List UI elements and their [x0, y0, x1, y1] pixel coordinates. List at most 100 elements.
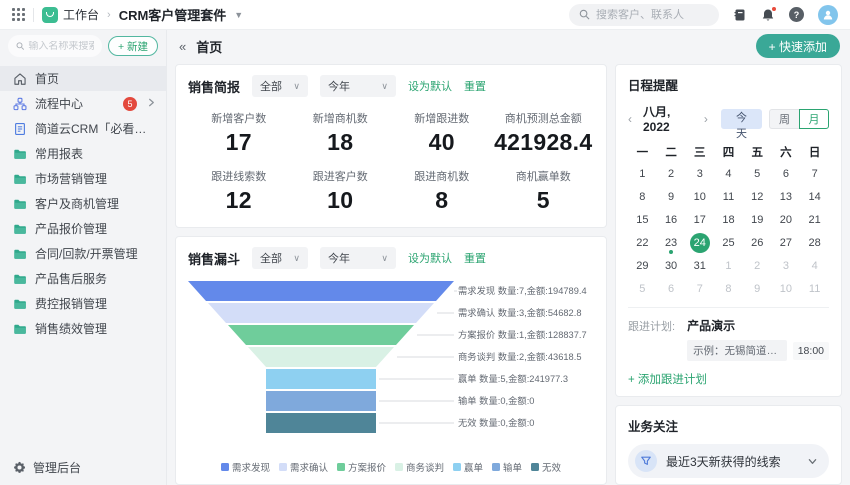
followup-plan-body[interactable]: 产品演示 示例：无锡简道云科技有限... 18:00	[687, 317, 829, 361]
funnel-segment[interactable]	[248, 347, 394, 367]
calendar-day[interactable]: 18	[714, 208, 743, 231]
calendar-day[interactable]: 11	[800, 277, 829, 300]
add-followup-plan-link[interactable]: + 添加跟进计划	[628, 371, 707, 387]
user-avatar[interactable]	[818, 5, 838, 25]
stat-value[interactable]: 40	[391, 129, 493, 156]
sidebar-item[interactable]: 产品报价管理	[0, 216, 166, 241]
sidebar-item[interactable]: 产品售后服务	[0, 266, 166, 291]
calendar-day[interactable]: 3	[685, 162, 714, 185]
help-icon[interactable]: ?	[789, 7, 804, 22]
calendar-day[interactable]: 25	[714, 231, 743, 254]
next-month-icon[interactable]: ›	[704, 112, 708, 126]
time-select[interactable]: 今年 ∨	[320, 247, 396, 269]
funnel-segment[interactable]	[266, 369, 376, 389]
calendar-day[interactable]: 10	[685, 185, 714, 208]
workspace-chip[interactable]: 工作台	[42, 6, 99, 23]
scope-select[interactable]: 全部 ∨	[252, 247, 308, 269]
sidebar-item[interactable]: 销售绩效管理	[0, 316, 166, 341]
notifications-bell-icon[interactable]	[761, 8, 775, 22]
calendar-day[interactable]: 9	[657, 185, 686, 208]
legend-item[interactable]: 需求确认	[279, 460, 328, 474]
calendar-day[interactable]: 5	[628, 277, 657, 300]
funnel-segment[interactable]	[266, 391, 376, 411]
calendar-day[interactable]: 1	[714, 254, 743, 277]
calendar-day[interactable]: 7	[685, 277, 714, 300]
calendar-day[interactable]: 13	[772, 185, 801, 208]
sidebar-item[interactable]: 合同/回款/开票管理	[0, 241, 166, 266]
reset-link[interactable]: 重置	[464, 78, 486, 94]
calendar-day[interactable]: 7	[800, 162, 829, 185]
calendar-day[interactable]: 28	[800, 231, 829, 254]
funnel-segment[interactable]	[266, 413, 376, 433]
calendar-day[interactable]: 4	[714, 162, 743, 185]
sidebar-item[interactable]: 常用报表	[0, 141, 166, 166]
set-default-link[interactable]: 设为默认	[408, 250, 452, 266]
stat-value[interactable]: 12	[188, 187, 290, 214]
collapse-sidebar-icon[interactable]: «	[179, 39, 186, 54]
calendar-day[interactable]: 20	[772, 208, 801, 231]
calendar-day[interactable]: 8	[628, 185, 657, 208]
sidebar-item[interactable]: 费控报销管理	[0, 291, 166, 316]
month-toggle[interactable]: 月	[799, 109, 829, 129]
chevron-down-icon[interactable]	[808, 457, 817, 466]
sidebar-item[interactable]: 客户及商机管理	[0, 191, 166, 216]
calendar-day[interactable]: 19	[743, 208, 772, 231]
app-title-caret-icon[interactable]: ▼	[234, 10, 243, 20]
calendar-day[interactable]: 11	[714, 185, 743, 208]
set-default-link[interactable]: 设为默认	[408, 78, 452, 94]
calendar-day[interactable]: 26	[743, 231, 772, 254]
stat-value[interactable]: 421928.4	[493, 129, 595, 156]
today-button[interactable]: 今天	[721, 109, 762, 129]
calendar-day[interactable]: 9	[743, 277, 772, 300]
sidebar-item[interactable]: 简道云CRM「必看说明」	[0, 116, 166, 141]
calendar-day[interactable]: 16	[657, 208, 686, 231]
calendar-day[interactable]: 2	[657, 162, 686, 185]
stat-value[interactable]: 17	[188, 129, 290, 156]
legend-item[interactable]: 无效	[531, 460, 561, 474]
calendar-day[interactable]: 29	[628, 254, 657, 277]
new-button[interactable]: + 新建	[108, 36, 158, 56]
global-search-input[interactable]	[596, 9, 706, 21]
legend-item[interactable]: 赢单	[453, 460, 483, 474]
legend-item[interactable]: 输单	[492, 460, 522, 474]
calendar-day[interactable]: 31	[685, 254, 714, 277]
calendar-day[interactable]: 5	[743, 162, 772, 185]
calendar-day[interactable]: 2	[743, 254, 772, 277]
stat-value[interactable]: 8	[391, 187, 493, 214]
calendar-day[interactable]: 1	[628, 162, 657, 185]
calendar-day[interactable]: 10	[772, 277, 801, 300]
contacts-icon[interactable]	[733, 8, 747, 22]
calendar-day[interactable]: 30	[657, 254, 686, 277]
calendar-day[interactable]: 3	[772, 254, 801, 277]
global-search[interactable]	[569, 4, 719, 26]
calendar-day[interactable]: 8	[714, 277, 743, 300]
calendar-day[interactable]: 14	[800, 185, 829, 208]
calendar-day[interactable]: 17	[685, 208, 714, 231]
funnel-segment[interactable]	[208, 303, 434, 323]
scope-select[interactable]: 全部 ∨	[252, 75, 308, 97]
calendar-day[interactable]: 12	[743, 185, 772, 208]
calendar-day-selected[interactable]: 24	[685, 231, 714, 254]
sidebar-item[interactable]: 流程中心5	[0, 91, 166, 116]
apps-grid-icon[interactable]	[12, 8, 25, 21]
time-select[interactable]: 今年 ∨	[320, 75, 396, 97]
sidebar-search-input[interactable]	[28, 41, 94, 52]
week-toggle[interactable]: 周	[769, 109, 799, 129]
sidebar-search[interactable]	[8, 35, 102, 57]
calendar-day[interactable]: 6	[657, 277, 686, 300]
funnel-segment[interactable]	[188, 281, 454, 301]
legend-item[interactable]: 需求发现	[221, 460, 270, 474]
stat-value[interactable]: 5	[493, 187, 595, 214]
calendar-day[interactable]: 6	[772, 162, 801, 185]
admin-console-link[interactable]: 管理后台	[0, 449, 166, 485]
sidebar-item[interactable]: 首页	[0, 66, 166, 91]
stat-value[interactable]: 18	[290, 129, 392, 156]
sidebar-item[interactable]: 市场营销管理	[0, 166, 166, 191]
stat-value[interactable]: 10	[290, 187, 392, 214]
calendar-day[interactable]: 23	[657, 231, 686, 254]
prev-month-icon[interactable]: ‹	[628, 112, 632, 126]
calendar-day[interactable]: 21	[800, 208, 829, 231]
calendar-day[interactable]: 27	[772, 231, 801, 254]
quick-add-button[interactable]: + 快速添加	[756, 34, 840, 58]
calendar-day[interactable]: 15	[628, 208, 657, 231]
